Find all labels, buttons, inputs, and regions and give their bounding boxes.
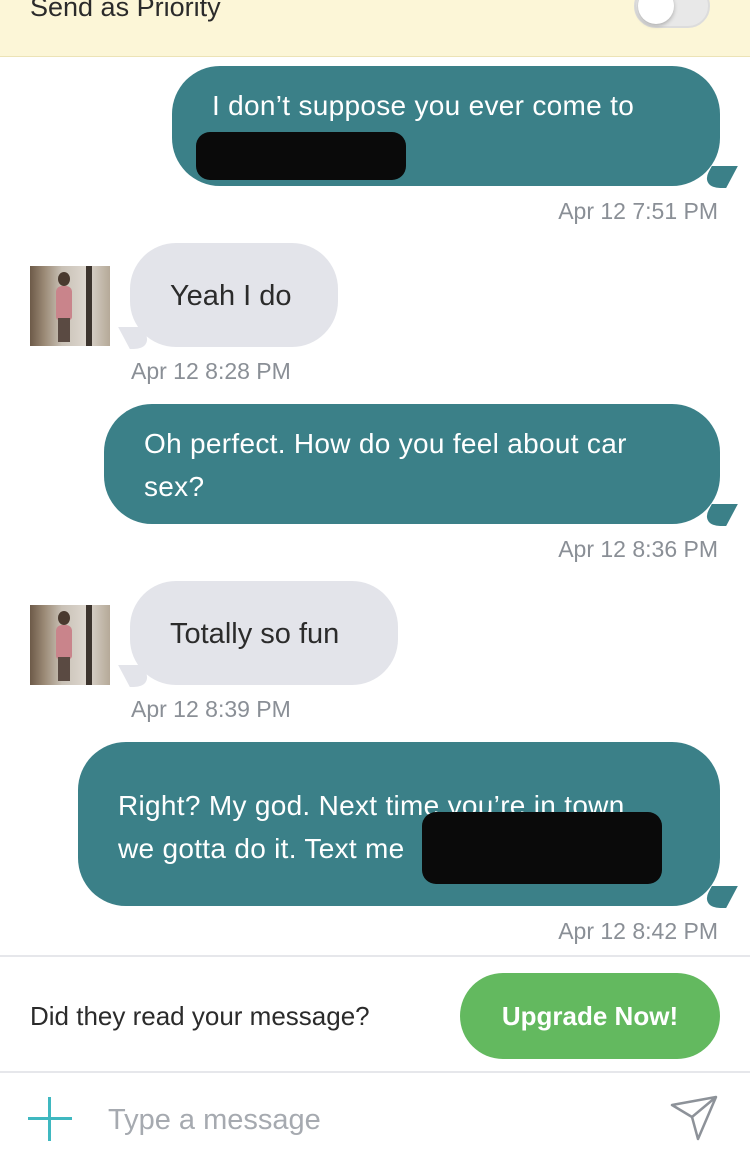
upgrade-now-button[interactable]: Upgrade Now!: [460, 973, 720, 1059]
message-composer: [0, 1075, 750, 1163]
outgoing-message: Oh perfect. How do you feel about car se…: [104, 404, 720, 524]
redaction-mark: [422, 812, 662, 884]
incoming-message: Yeah I do: [130, 243, 338, 347]
chat-screen: Send as Priority I don’t suppose you eve…: [0, 0, 750, 1163]
message-line: Oh perfect. How do you feel about car: [144, 428, 627, 459]
read-receipt-banner: Did they read your message? Upgrade Now!: [0, 955, 750, 1073]
avatar[interactable]: [30, 605, 110, 685]
priority-toggle[interactable]: [634, 0, 710, 28]
plus-icon[interactable]: [28, 1097, 72, 1141]
message-line: sex?: [144, 471, 205, 502]
message-input[interactable]: [106, 1093, 650, 1147]
read-receipt-prompt: Did they read your message?: [30, 1001, 370, 1031]
priority-label: Send as Priority: [30, 0, 221, 22]
avatar[interactable]: [30, 266, 110, 346]
priority-bar: Send as Priority: [0, 0, 750, 57]
toggle-knob: [638, 0, 674, 24]
message-text: Yeah I do: [170, 280, 292, 312]
message-line: I don’t suppose you ever come to: [212, 90, 635, 121]
message-timestamp: Apr 12 8:28 PM: [131, 358, 291, 384]
message-timestamp: Apr 12 8:36 PM: [558, 536, 718, 562]
outgoing-message: I don’t suppose you ever come to Vancouv…: [172, 66, 720, 186]
incoming-message: Totally so fun: [130, 581, 398, 685]
redaction-mark: [196, 132, 406, 180]
send-icon[interactable]: [668, 1093, 720, 1145]
message-text: Totally so fun: [170, 618, 340, 650]
message-timestamp: Apr 12 7:51 PM: [558, 198, 718, 224]
outgoing-message: Right? My god. Next time you’re in town …: [78, 742, 720, 906]
message-timestamp: Apr 12 8:42 PM: [558, 918, 718, 944]
message-timestamp: Apr 12 8:39 PM: [131, 696, 291, 722]
